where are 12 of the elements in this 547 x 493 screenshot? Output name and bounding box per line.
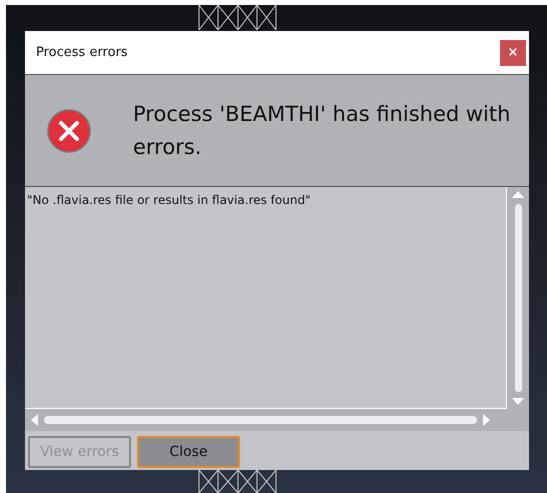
scroll-down-icon[interactable] — [512, 398, 524, 406]
error-icon — [47, 108, 91, 152]
window-title: Process errors — [36, 44, 128, 62]
close-button[interactable]: × — [500, 40, 526, 66]
log-line: "No .flavia.res file or results in flavia.res found" — [27, 192, 312, 209]
message-text: Process 'BEAMTHI' has finished with errors. — [133, 100, 512, 160]
vertical-scrollbar[interactable] — [507, 187, 529, 409]
horizontal-scrollbar[interactable] — [25, 409, 529, 431]
scroll-left-icon[interactable] — [30, 414, 38, 426]
scroll-up-icon[interactable] — [512, 190, 524, 198]
close-button[interactable]: Close — [137, 436, 240, 468]
scroll-right-icon[interactable] — [483, 414, 491, 426]
